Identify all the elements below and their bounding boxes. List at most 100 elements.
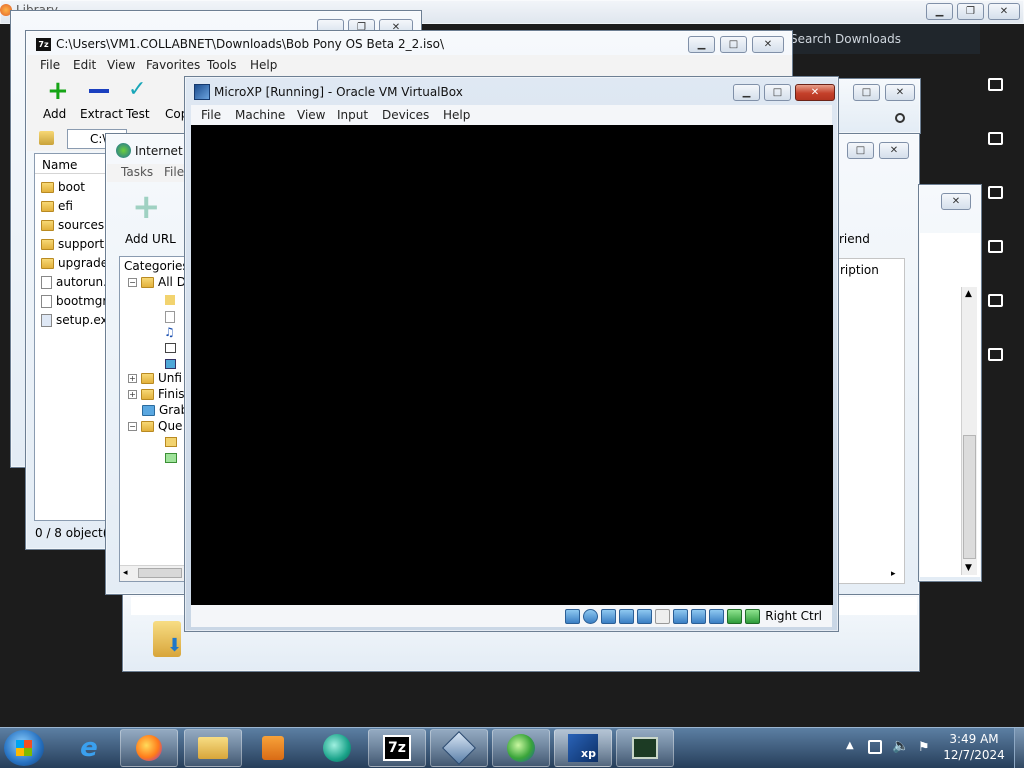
search-downloads-text[interactable]: Search Downloads xyxy=(790,32,901,46)
idm-window[interactable]: Internet D Tasks File + Add URL Categori… xyxy=(105,133,196,595)
show-hidden-icons-arrow[interactable]: ▲ xyxy=(846,740,854,751)
collapse-toggle[interactable]: − xyxy=(128,277,137,287)
virtualbox-maximize-button[interactable]: □ xyxy=(764,84,791,101)
mouse-integration-icon[interactable] xyxy=(727,608,743,624)
search-icon[interactable] xyxy=(895,113,905,123)
video-capture-icon[interactable] xyxy=(691,608,707,624)
category-queues[interactable]: − Que xyxy=(128,419,182,433)
horizontal-scrollbar[interactable]: ◂ xyxy=(120,565,186,581)
test-button[interactable]: ✓ Test xyxy=(123,79,157,123)
scroll-left-arrow[interactable]: ◂ xyxy=(123,568,128,578)
search-window-right[interactable]: □ ✕ xyxy=(836,78,921,134)
shared-folders-icon[interactable] xyxy=(655,608,671,624)
vm-display[interactable] xyxy=(191,125,833,605)
desktop-folder-icon[interactable] xyxy=(988,132,1003,145)
taskbar-download-manager[interactable] xyxy=(492,729,550,767)
idm-menu-file[interactable]: File xyxy=(164,165,184,179)
taskbar-internet-explorer[interactable]: e xyxy=(60,729,118,767)
list-item[interactable]: upgrade xyxy=(41,256,108,270)
explorer-folder-icon xyxy=(198,737,228,759)
taskbar-virtualbox[interactable] xyxy=(430,729,488,767)
vertical-scrollbar[interactable]: ▲ ▼ xyxy=(961,287,977,575)
sevenzip-menu-help[interactable]: Help xyxy=(250,58,277,72)
sevenzip-menu-view[interactable]: View xyxy=(107,58,135,72)
far-right-close-button[interactable]: ✕ xyxy=(941,193,971,210)
virtualization-icon[interactable] xyxy=(709,608,725,624)
add-button[interactable]: + Add xyxy=(37,78,77,123)
sevenzip-maximize-button[interactable]: □ xyxy=(720,36,747,53)
expand-toggle[interactable]: + xyxy=(128,373,137,383)
list-item[interactable]: sources xyxy=(41,218,104,232)
optical-drive-icon[interactable] xyxy=(583,608,599,624)
clock[interactable]: 3:49 AM 12/7/2024 xyxy=(940,731,1008,765)
sevenzip-menu-favorites[interactable]: Favorites xyxy=(146,58,200,72)
idm-dialog-right[interactable]: □ ✕ riend ription ▸ xyxy=(836,133,920,669)
action-center-flag-icon[interactable]: ⚑ xyxy=(918,740,930,755)
library-restore-button[interactable]: ❐ xyxy=(957,3,984,20)
category-grabber[interactable]: Grab xyxy=(142,403,188,417)
usb-icon[interactable] xyxy=(637,608,653,624)
hard-disk-icon[interactable] xyxy=(565,608,581,624)
sevenzip-minimize-button[interactable]: ▁ xyxy=(688,36,715,53)
vbox-menu-view[interactable]: View xyxy=(297,108,325,122)
right-close-button[interactable]: ✕ xyxy=(885,84,915,101)
scroll-thumb[interactable] xyxy=(138,568,182,578)
add-url-button[interactable]: + Add URL xyxy=(120,190,180,248)
vbox-menu-input[interactable]: Input xyxy=(337,108,368,122)
show-desktop-button[interactable] xyxy=(1014,728,1024,768)
up-folder-icon[interactable] xyxy=(39,131,54,145)
library-minimize-button[interactable]: ▁ xyxy=(926,3,953,20)
sevenzip-menu-file[interactable]: File xyxy=(40,58,60,72)
taskbar-monitor-app[interactable] xyxy=(616,729,674,767)
vbox-menu-file[interactable]: File xyxy=(201,108,221,122)
volume-muted-icon[interactable]: 🔈 xyxy=(892,738,909,754)
sevenzip-menu-edit[interactable]: Edit xyxy=(73,58,96,72)
scroll-thumb[interactable] xyxy=(963,435,976,559)
vbox-menu-machine[interactable]: Machine xyxy=(235,108,285,122)
taskbar-idm[interactable] xyxy=(308,729,366,767)
sevenzip-menu-tools[interactable]: Tools xyxy=(207,58,237,72)
library-close-button[interactable]: ✕ xyxy=(988,3,1020,20)
list-item[interactable]: efi xyxy=(41,199,73,213)
virtualbox-close-button[interactable]: ✕ xyxy=(795,84,835,101)
scroll-down-arrow[interactable]: ▼ xyxy=(965,563,972,573)
desktop-folder-icon[interactable] xyxy=(988,78,1003,91)
taskbar-explorer[interactable] xyxy=(184,729,242,767)
list-item[interactable]: autorun.i xyxy=(41,275,110,289)
virtualbox-minimize-button[interactable]: ▁ xyxy=(733,84,760,101)
desktop-folder-icon[interactable] xyxy=(988,186,1003,199)
category-all-downloads[interactable]: − All D xyxy=(128,275,186,289)
category-finished[interactable]: + Finis xyxy=(128,387,185,401)
idm-menu-tasks[interactable]: Tasks xyxy=(121,165,153,179)
sevenzip-close-button[interactable]: ✕ xyxy=(752,36,784,53)
list-item[interactable]: setup.exe xyxy=(41,313,115,327)
taskbar-microxp-vm[interactable]: xp xyxy=(554,729,612,767)
vbox-menu-devices[interactable]: Devices xyxy=(382,108,429,122)
keyboard-capture-icon[interactable] xyxy=(745,608,761,624)
list-item[interactable]: bootmgr xyxy=(41,294,107,308)
list-item[interactable]: boot xyxy=(41,180,85,194)
extract-button[interactable]: Extract xyxy=(77,79,123,123)
list-item[interactable]: support xyxy=(41,237,104,251)
network-icon[interactable] xyxy=(619,608,635,624)
desktop-folder-icon[interactable] xyxy=(988,294,1003,307)
category-unfinished[interactable]: + Unfi xyxy=(128,371,182,385)
desktop-folder-icon[interactable] xyxy=(988,240,1003,253)
desktop-folder-icon[interactable] xyxy=(988,348,1003,361)
idm-right-close-button[interactable]: ✕ xyxy=(879,142,909,159)
idm-categories-panel[interactable]: Categories − All D ♫ + Unfi + Finis Grab − Q… xyxy=(119,256,189,582)
idm-right-maximize-button[interactable]: □ xyxy=(847,142,874,159)
taskbar-7zip[interactable]: 7z xyxy=(368,729,426,767)
taskbar-media-player[interactable] xyxy=(244,729,302,767)
network-tray-icon[interactable] xyxy=(868,740,882,754)
expand-toggle[interactable]: + xyxy=(128,389,137,399)
scroll-up-arrow[interactable]: ▲ xyxy=(965,289,972,299)
virtualbox-window[interactable]: MicroXP [Running] - Oracle VM VirtualBox… xyxy=(184,76,839,632)
audio-icon[interactable] xyxy=(601,608,617,624)
collapse-toggle[interactable]: − xyxy=(128,421,137,431)
taskbar-firefox[interactable] xyxy=(120,729,178,767)
scroll-right-arrow[interactable]: ▸ xyxy=(891,569,896,579)
right-restore-button[interactable]: □ xyxy=(853,84,880,101)
display-icon[interactable] xyxy=(673,608,689,624)
vbox-menu-help[interactable]: Help xyxy=(443,108,470,122)
